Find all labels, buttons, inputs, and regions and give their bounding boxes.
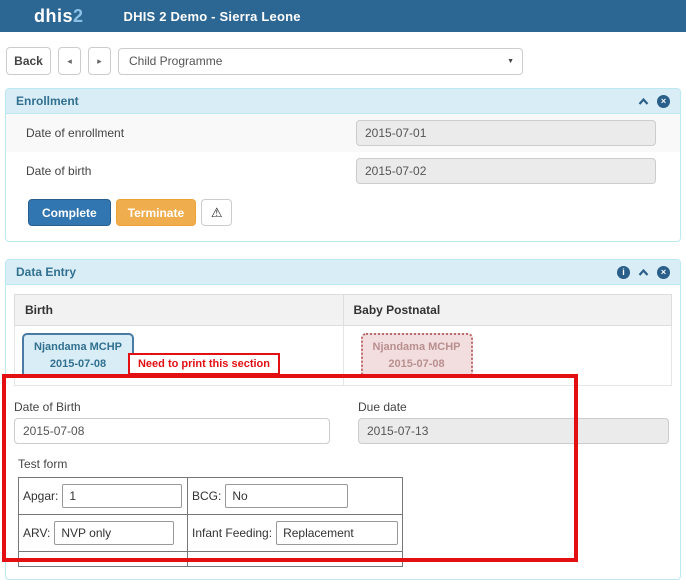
warning-button[interactable]: ⚠ bbox=[201, 199, 232, 226]
next-button[interactable]: ▸ bbox=[88, 47, 111, 75]
warning-icon: ⚠ bbox=[211, 205, 223, 221]
bcg-input[interactable] bbox=[225, 484, 348, 508]
event-card-baby-postnatal[interactable]: Njandama MCHP 2015-07-08 bbox=[361, 333, 473, 378]
bcg-cell: BCG: bbox=[188, 478, 403, 515]
chevron-down-icon: ▼ bbox=[507, 58, 514, 65]
infant-feeding-cell: Infant Feeding: bbox=[188, 515, 403, 552]
prev-button[interactable]: ◂ bbox=[58, 47, 81, 75]
date-of-enrollment-field bbox=[356, 120, 656, 146]
bcg-label: BCG: bbox=[192, 489, 221, 503]
event-org-unit: Njandama MCHP bbox=[34, 339, 122, 356]
program-select-value: Child Programme bbox=[129, 54, 222, 68]
enrollment-panel-icons: × bbox=[637, 95, 670, 108]
date-fields-row: Date of Birth Due date bbox=[14, 400, 680, 444]
enrollment-title: Enrollment bbox=[16, 94, 79, 108]
infant-feeding-label: Infant Feeding: bbox=[192, 526, 272, 540]
close-icon[interactable]: × bbox=[657, 95, 670, 108]
enrollment-actions: Complete Terminate ⚠ bbox=[6, 190, 680, 241]
arv-label: ARV: bbox=[23, 526, 50, 540]
date-of-enrollment-label: Date of enrollment bbox=[26, 126, 356, 140]
app-header: dhis2 DHIS 2 Demo - Sierra Leone bbox=[0, 0, 686, 32]
enrollment-field-row: Date of enrollment bbox=[6, 114, 680, 152]
empty-cell bbox=[188, 552, 403, 567]
enrollment-panel-header: Enrollment × bbox=[6, 89, 680, 114]
program-select[interactable]: Child Programme ▼ bbox=[118, 48, 523, 75]
due-date-input bbox=[358, 418, 669, 444]
date-of-birth-field-group: Date of Birth bbox=[14, 400, 358, 444]
info-icon[interactable]: i bbox=[617, 266, 630, 279]
collapse-icon[interactable] bbox=[637, 97, 650, 106]
infant-feeding-input[interactable] bbox=[276, 521, 398, 545]
dhis2-logo: dhis2 bbox=[34, 6, 84, 27]
date-of-birth-input[interactable] bbox=[14, 418, 330, 444]
logo-accent: 2 bbox=[73, 6, 84, 26]
date-of-birth-enrollment-field bbox=[356, 158, 656, 184]
data-entry-panel-header: Data Entry i × bbox=[6, 260, 680, 285]
complete-button[interactable]: Complete bbox=[28, 199, 111, 226]
back-button[interactable]: Back bbox=[6, 47, 51, 75]
right-arrow-icon: ▸ bbox=[97, 56, 102, 67]
app-title: DHIS 2 Demo - Sierra Leone bbox=[124, 9, 301, 24]
apgar-cell: Apgar: bbox=[19, 478, 188, 515]
event-data-entry-form: Date of Birth Due date Test form Apgar: bbox=[6, 386, 680, 579]
apgar-input[interactable] bbox=[62, 484, 182, 508]
test-form-table: Apgar: BCG: ARV: bbox=[18, 477, 403, 567]
event-org-unit: Njandama MCHP bbox=[373, 339, 461, 356]
due-date-label: Due date bbox=[358, 400, 669, 414]
date-of-birth-label: Date of Birth bbox=[14, 400, 358, 414]
stage-column-baby-postnatal: Baby Postnatal bbox=[343, 295, 672, 326]
due-date-field-group: Due date bbox=[358, 400, 669, 444]
event-card-birth[interactable]: Njandama MCHP 2015-07-08 bbox=[22, 333, 134, 378]
data-entry-panel-icons: i × bbox=[617, 266, 670, 279]
toolbar: Back ◂ ▸ Child Programme ▼ bbox=[6, 47, 680, 75]
apgar-label: Apgar: bbox=[23, 489, 58, 503]
event-date: 2015-07-08 bbox=[373, 356, 461, 373]
event-date: 2015-07-08 bbox=[34, 356, 122, 373]
data-entry-panel: Data Entry i × Birth Baby Postnatal Njan… bbox=[5, 259, 681, 580]
test-form-label: Test form bbox=[18, 457, 680, 471]
arv-input[interactable] bbox=[54, 521, 174, 545]
enrollment-panel: Enrollment × Date of enrollment Date of … bbox=[5, 88, 681, 242]
data-entry-title: Data Entry bbox=[16, 265, 76, 279]
logo-text: dhis bbox=[34, 6, 73, 26]
stage-column-birth: Birth bbox=[15, 295, 344, 326]
stage-cell-birth: Njandama MCHP 2015-07-08 bbox=[15, 326, 344, 386]
terminate-button[interactable]: Terminate bbox=[116, 199, 196, 226]
enrollment-field-row: Date of birth bbox=[6, 152, 680, 190]
stage-cell-baby-postnatal: Njandama MCHP 2015-07-08 bbox=[343, 326, 672, 386]
close-icon[interactable]: × bbox=[657, 266, 670, 279]
arv-cell: ARV: bbox=[19, 515, 188, 552]
date-of-birth-enrollment-label: Date of birth bbox=[26, 164, 356, 178]
program-stages-table: Birth Baby Postnatal Njandama MCHP 2015-… bbox=[14, 294, 672, 386]
collapse-icon[interactable] bbox=[637, 268, 650, 277]
empty-cell bbox=[19, 552, 188, 567]
left-arrow-icon: ◂ bbox=[67, 56, 72, 67]
